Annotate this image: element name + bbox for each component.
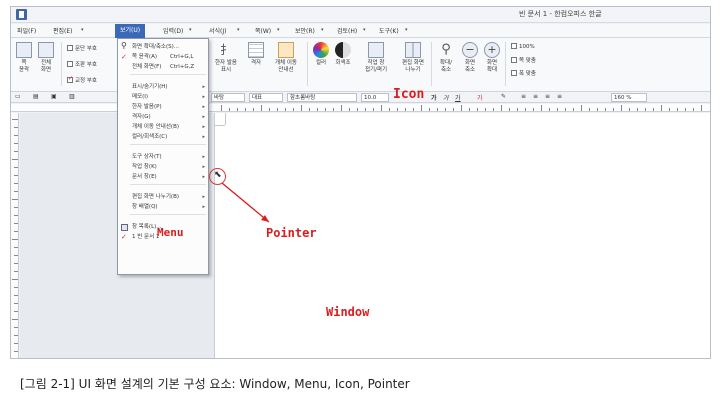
figure-caption: [그림 2-1] UI 화면 설계의 기본 구성 요소: Window, Men…: [20, 377, 410, 391]
pointer-annotation: Pointer: [266, 226, 317, 240]
window-annotation: Window: [326, 305, 370, 319]
icon-annotation: Icon: [393, 87, 425, 102]
pointer-callout-line: [221, 182, 270, 223]
hwp-window-screenshot: 빈 문서 1 - 한컴오피스 한글 파일(F) 편집(E) ▾ 보기(U) 입력…: [10, 6, 711, 359]
menu-annotation: Menu: [157, 226, 184, 239]
